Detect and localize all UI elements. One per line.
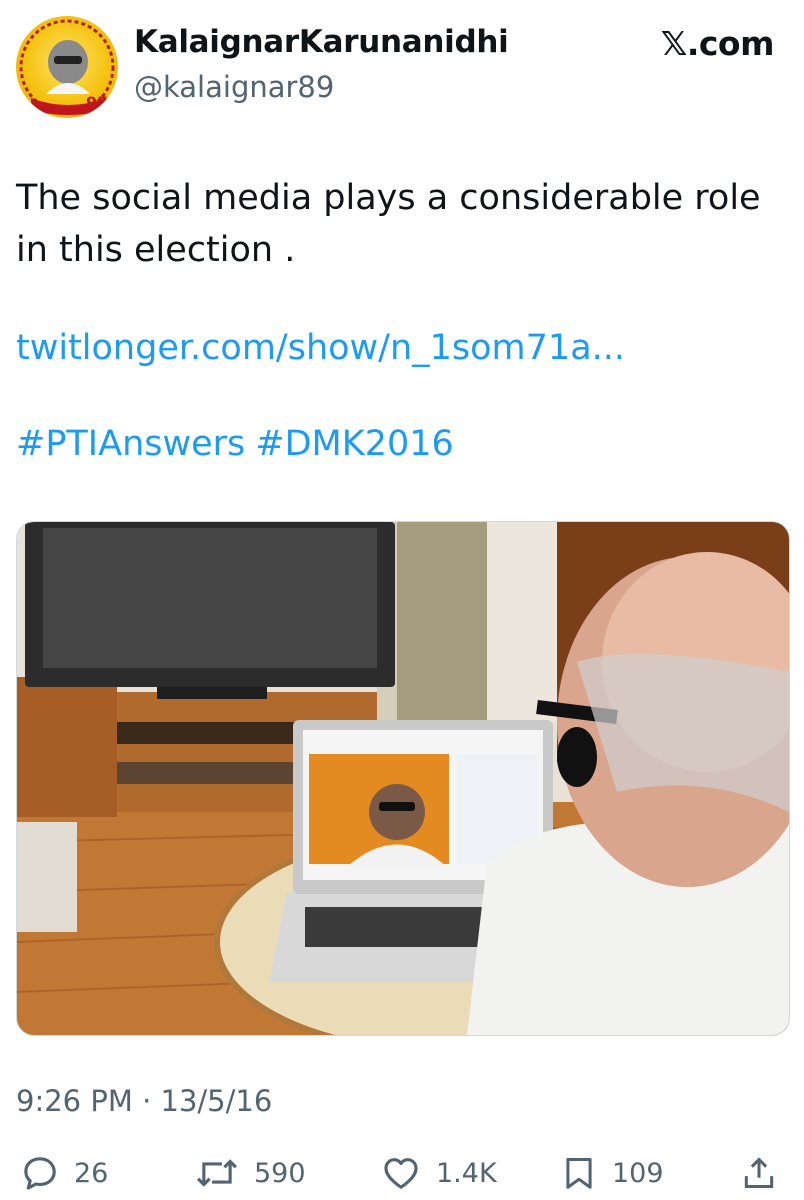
reply-count: 26 xyxy=(74,1157,109,1189)
bookmark-button[interactable]: 109 xyxy=(560,1150,664,1196)
photo-illustration xyxy=(17,522,789,1035)
brand-label: 𝕏.com xyxy=(660,24,775,63)
action-bar: 26 590 1.4K 109 xyxy=(0,1150,804,1196)
tweet-timestamp[interactable]: 9:26 PM · 13/5/16 xyxy=(16,1084,272,1118)
svg-text:95: 95 xyxy=(86,93,108,112)
bookmark-icon xyxy=(560,1153,598,1193)
tweet-link[interactable]: twitlonger.com/show/n_1som71a... xyxy=(16,328,625,368)
display-name[interactable]: KalaignarKarunanidhi xyxy=(134,24,509,60)
share-button[interactable] xyxy=(740,1150,778,1196)
retweet-icon xyxy=(194,1153,240,1193)
avatar[interactable]: 95 xyxy=(16,16,118,118)
reply-button[interactable]: 26 xyxy=(20,1150,108,1196)
hashtag-list: #PTIAnswers #DMK2016 xyxy=(16,424,464,464)
retweet-button[interactable]: 590 xyxy=(194,1150,306,1196)
hashtag-link[interactable]: #DMK2016 xyxy=(255,424,454,464)
tweet-text: The social media plays a considerable ro… xyxy=(16,178,761,270)
bookmark-count: 109 xyxy=(612,1157,664,1189)
like-button[interactable]: 1.4K xyxy=(380,1150,497,1196)
retweet-count: 590 xyxy=(254,1157,306,1189)
like-icon xyxy=(380,1153,422,1193)
share-icon xyxy=(740,1153,778,1193)
like-count: 1.4K xyxy=(436,1157,497,1189)
user-handle[interactable]: @kalaignar89 xyxy=(134,70,334,104)
hashtag-link[interactable]: #PTIAnswers xyxy=(16,424,245,464)
reply-icon xyxy=(20,1153,60,1193)
avatar-image: 95 xyxy=(19,19,115,115)
tweet-photo[interactable] xyxy=(16,521,790,1036)
